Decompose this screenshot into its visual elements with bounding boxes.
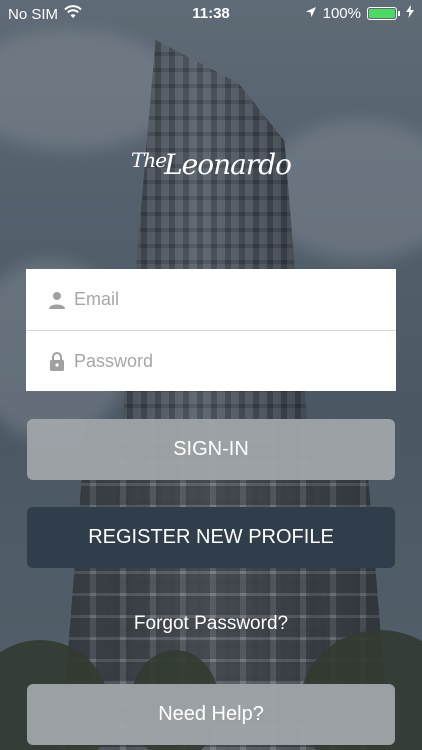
need-help-button[interactable]: Need Help? — [27, 684, 395, 745]
battery-icon — [367, 7, 397, 20]
password-row — [26, 330, 396, 392]
battery-tip — [398, 11, 400, 16]
sign-in-button[interactable]: SIGN-IN — [27, 419, 395, 480]
charging-bolt-icon — [406, 5, 414, 22]
email-row — [26, 269, 396, 330]
location-arrow-icon — [305, 5, 317, 22]
login-form — [26, 269, 396, 391]
logo-leonardo: Leonardo — [164, 148, 292, 181]
status-right: 100% — [305, 5, 414, 22]
logo-the: The — [131, 148, 167, 172]
lock-icon — [46, 352, 68, 371]
battery-fill — [369, 9, 395, 18]
register-button[interactable]: REGISTER NEW PROFILE — [27, 507, 395, 568]
user-icon — [46, 291, 68, 309]
password-field[interactable] — [72, 350, 376, 373]
email-field[interactable] — [72, 288, 376, 311]
status-bar: No SIM 11:38 100% — [0, 0, 422, 28]
app-logo: TheLeonardo — [0, 148, 422, 181]
forgot-password-link[interactable]: Forgot Password? — [0, 613, 422, 635]
battery-percent: 100% — [322, 5, 361, 22]
